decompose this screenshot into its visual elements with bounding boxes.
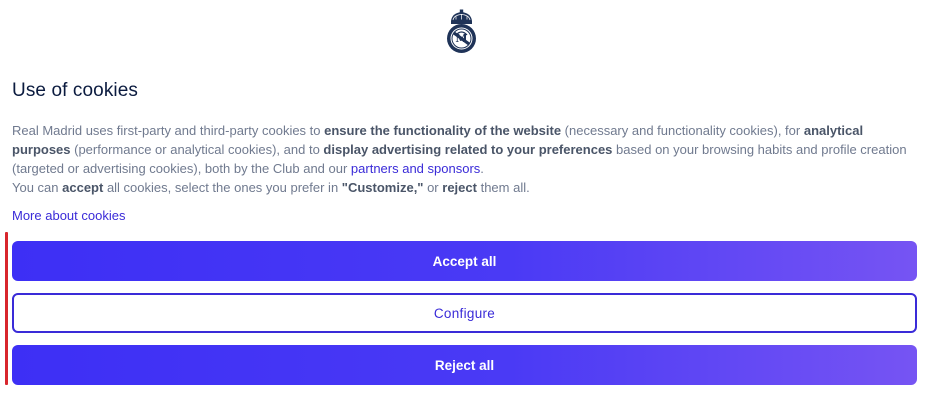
more-about-cookies-link[interactable]: More about cookies <box>12 208 125 223</box>
description-text: all cookies, select the ones you prefer … <box>103 180 342 195</box>
description-text: (necessary and functionality cookies), f… <box>561 123 804 138</box>
accept-all-button[interactable]: Accept all <box>12 241 917 281</box>
cookie-consent-dialog: M Use of cookies Real Madrid uses first-… <box>0 0 927 393</box>
focus-indicator <box>5 232 8 385</box>
cookie-description: Real Madrid uses first-party and third-p… <box>12 121 912 197</box>
description-text: Real Madrid uses first-party and third-p… <box>12 123 325 138</box>
description-text: them all. <box>476 180 530 195</box>
description-bold: "Customize," <box>341 180 424 195</box>
dialog-title: Use of cookies <box>12 80 139 101</box>
description-bold: ensure the functionality of the website <box>324 123 562 138</box>
description-text: You can <box>12 180 63 195</box>
real-madrid-crest-icon: M <box>447 9 476 53</box>
partners-sponsors-link[interactable]: partners and sponsors <box>351 161 480 176</box>
description-text: . <box>480 161 484 176</box>
configure-button[interactable]: Configure <box>12 293 917 333</box>
description-bold: reject <box>442 180 477 195</box>
description-text: or <box>423 180 443 195</box>
description-text: (performance or analytical cookies), and… <box>70 142 324 157</box>
reject-all-button[interactable]: Reject all <box>12 345 917 385</box>
description-bold: display advertising related to your pref… <box>323 142 613 157</box>
description-bold: accept <box>62 180 104 195</box>
